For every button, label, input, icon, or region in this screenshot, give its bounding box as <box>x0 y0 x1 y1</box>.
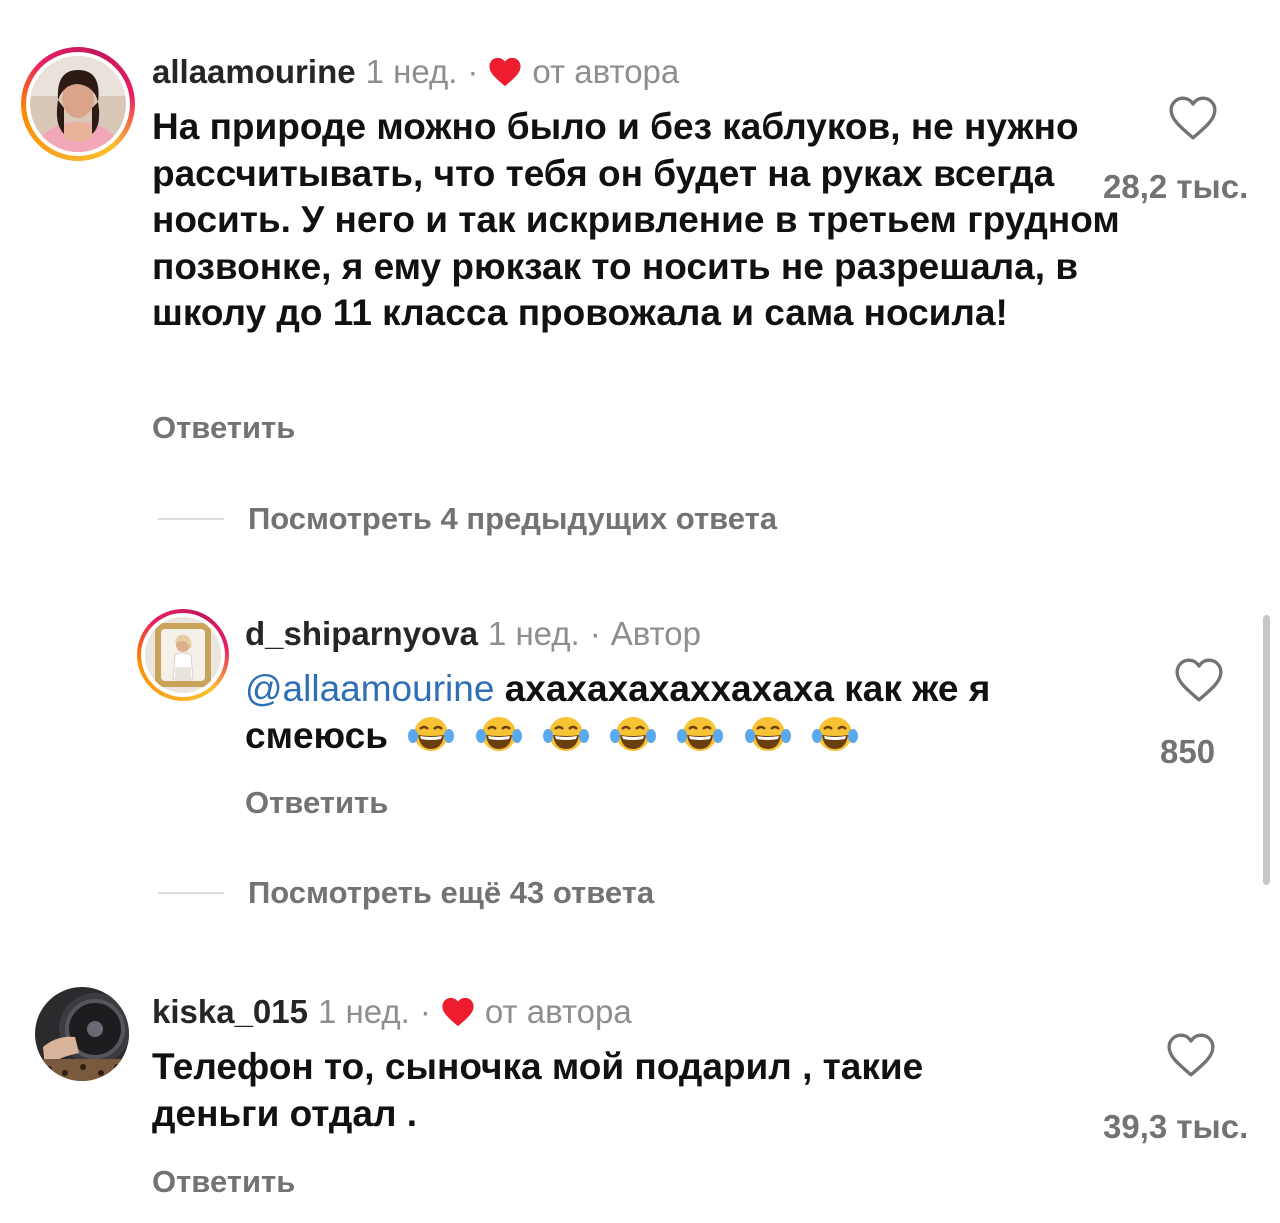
separator: · <box>419 993 431 1030</box>
scrollbar[interactable] <box>1263 615 1270 885</box>
author-liked-badge: от автора <box>484 993 632 1030</box>
timestamp: 1 нед. <box>318 993 410 1030</box>
red-heart-icon <box>442 997 474 1026</box>
reply-button[interactable]: Ответить <box>152 1166 295 1197</box>
comment-text: Телефон то, сыночка мой подарил , такие … <box>152 1046 924 1134</box>
avatar-image <box>35 987 129 1081</box>
like-count: 39,3 тыс. <box>1103 1108 1249 1145</box>
avatar[interactable] <box>35 987 129 1081</box>
heart-outline-icon[interactable] <box>1166 1032 1216 1078</box>
comment-meta: kiska_015 1 нед. · от автора <box>152 995 632 1028</box>
comment-kiska-015: kiska_015 1 нед. · от автора Телефон то,… <box>0 0 1280 1223</box>
username[interactable]: kiska_015 <box>152 995 308 1028</box>
